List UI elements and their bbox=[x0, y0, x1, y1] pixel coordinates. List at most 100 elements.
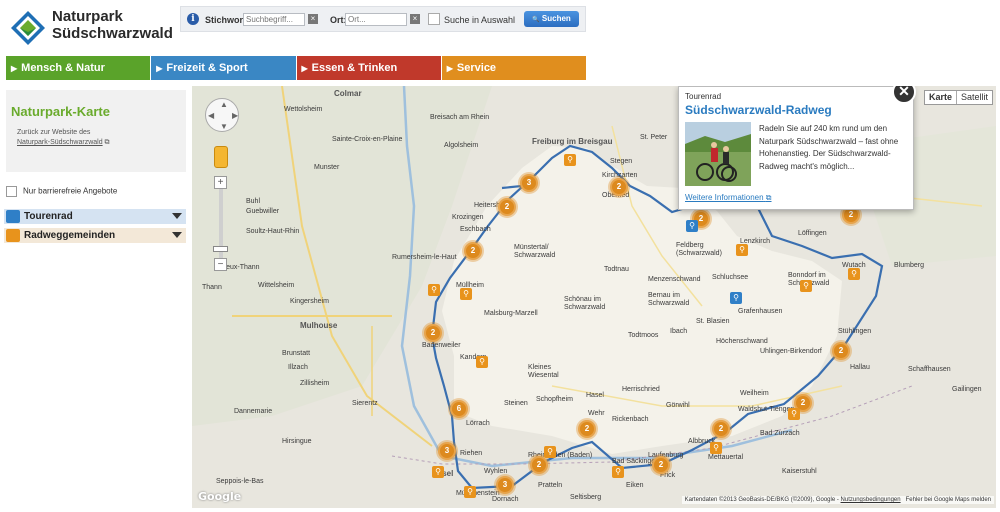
chevron-down-icon[interactable] bbox=[172, 213, 182, 219]
cluster-marker[interactable]: 2 bbox=[712, 420, 730, 438]
place-label: Uhlingen-Birkendorf bbox=[760, 348, 822, 355]
terms-link[interactable]: Nutzungsbedingungen bbox=[841, 497, 901, 503]
place-label: Rumersheim-le-Haut bbox=[392, 254, 457, 261]
street-view-pegman-icon[interactable] bbox=[214, 146, 228, 168]
cluster-marker[interactable]: 3 bbox=[520, 174, 538, 192]
place-label: Illzach bbox=[288, 364, 308, 371]
cluster-marker[interactable]: 2 bbox=[464, 242, 482, 260]
bike-icon[interactable]: ⚲ bbox=[460, 288, 472, 300]
place-label: Eschbach bbox=[460, 226, 491, 233]
place-label: Schopfheim bbox=[536, 396, 573, 403]
search-bar: i Stichwort: × Ort: × Suche in Auswahl 🔍… bbox=[180, 6, 586, 32]
nav-essen-trinken[interactable]: ▶ Essen & Trinken bbox=[296, 56, 442, 80]
chevron-down-icon[interactable] bbox=[172, 232, 182, 238]
place-label: Breisach am Rhein bbox=[430, 114, 490, 121]
barrier-checkbox[interactable] bbox=[6, 186, 17, 197]
zoom-slider-thumb[interactable] bbox=[213, 246, 228, 252]
bike-icon[interactable]: ⚲ bbox=[544, 446, 556, 458]
search-button[interactable]: 🔍 Suchen bbox=[524, 11, 579, 27]
report-error-link[interactable]: Fehler bei Google Maps melden bbox=[906, 497, 991, 503]
google-logo[interactable]: Google bbox=[198, 490, 241, 503]
nav-service[interactable]: ▶ Service bbox=[441, 56, 586, 80]
zoom-out-button[interactable]: − bbox=[214, 258, 227, 271]
bike-icon[interactable]: ⚲ bbox=[710, 442, 722, 454]
place-label: Lörrach bbox=[466, 420, 490, 427]
cluster-marker[interactable]: 3 bbox=[438, 442, 456, 460]
place-label: Colmar bbox=[334, 89, 362, 98]
bike-icon[interactable]: ⚲ bbox=[564, 154, 576, 166]
external-link-icon: ⧉ bbox=[765, 193, 772, 202]
clear-ort-icon[interactable]: × bbox=[410, 14, 420, 24]
pan-control[interactable]: ▲ ▼ ◀ ▶ bbox=[205, 98, 239, 132]
cluster-marker[interactable]: 2 bbox=[652, 456, 670, 474]
stichwort-input[interactable] bbox=[243, 13, 305, 26]
layer-label: Tourenrad bbox=[24, 211, 73, 222]
bike-icon[interactable]: ⚲ bbox=[788, 408, 800, 420]
place-label: Algolsheim bbox=[444, 142, 479, 149]
bike-icon[interactable]: ⚲ bbox=[686, 220, 698, 232]
place-label: Rickenbach bbox=[612, 416, 649, 423]
page-title: Naturpark-Karte bbox=[11, 104, 110, 119]
ort-input[interactable] bbox=[345, 13, 407, 26]
place-label: Stühlingen bbox=[838, 328, 872, 335]
barrier-filter[interactable]: Nur barrierefreie Angebote bbox=[6, 186, 117, 197]
place-label: Wettolsheim bbox=[284, 106, 323, 113]
bike-icon[interactable]: ⚲ bbox=[736, 244, 748, 256]
arrow-right-icon: ▶ bbox=[156, 64, 163, 73]
info-icon[interactable]: i bbox=[187, 13, 199, 25]
map-canvas[interactable]: Colmar Wettolsheim Breisach am Rhein Fre… bbox=[192, 86, 996, 508]
map-type-control: Karte Satellit bbox=[924, 90, 994, 105]
cluster-marker[interactable]: 2 bbox=[610, 178, 628, 196]
nav-mensch-natur[interactable]: ▶ Mensch & Natur bbox=[6, 56, 152, 80]
auswahl-label: Suche in Auswahl bbox=[444, 15, 516, 25]
naturpark-logo[interactable]: Naturpark Südschwarzwald bbox=[8, 8, 178, 52]
map-type-karte[interactable]: Karte bbox=[925, 91, 958, 104]
back-link[interactable]: Naturpark-Südschwarzwald bbox=[17, 139, 103, 146]
place-label: Stegen bbox=[610, 158, 633, 165]
nav-label: Essen & Trinken bbox=[311, 62, 398, 74]
place-label: Waldshut-Tiengen bbox=[738, 406, 795, 413]
cluster-marker[interactable]: 6 bbox=[450, 400, 468, 418]
bike-icon[interactable]: ⚲ bbox=[432, 466, 444, 478]
search-icon: 🔍 bbox=[532, 17, 540, 23]
place-label: Pratteln bbox=[538, 482, 563, 489]
cluster-marker[interactable]: 2 bbox=[530, 456, 548, 474]
auswahl-checkbox[interactable] bbox=[428, 13, 440, 25]
cluster-marker[interactable]: 2 bbox=[424, 324, 442, 342]
cluster-marker[interactable]: 3 bbox=[496, 476, 514, 494]
place-label: Todtmoos bbox=[628, 332, 659, 339]
layer-radweggemeinden[interactable]: Radweggemeinden bbox=[4, 228, 186, 243]
place-label: Grafenhausen bbox=[738, 308, 783, 315]
place-label: Wyhlen bbox=[484, 468, 508, 475]
place-label: Munster bbox=[314, 164, 340, 171]
bike-icon[interactable]: ⚲ bbox=[464, 486, 476, 498]
zoom-in-button[interactable]: + bbox=[214, 176, 227, 189]
more-info-link[interactable]: Weitere Informationen ⧉ bbox=[685, 193, 772, 203]
cluster-marker[interactable]: 2 bbox=[832, 342, 850, 360]
map-attribution: Kartendaten ©2013 GeoBasis-DE/BKG (©2009… bbox=[681, 496, 994, 504]
place-label: Badenweiler bbox=[422, 342, 461, 349]
bike-icon[interactable]: ⚲ bbox=[800, 280, 812, 292]
bike-icon[interactable]: ⚲ bbox=[612, 466, 624, 478]
bike-icon[interactable]: ⚲ bbox=[848, 268, 860, 280]
zoom-slider-track[interactable] bbox=[219, 178, 223, 266]
back-text: Zurück zur Website des bbox=[17, 129, 91, 136]
cluster-marker[interactable]: 2 bbox=[578, 420, 596, 438]
nav-freizeit-sport[interactable]: ▶ Freizeit & Sport bbox=[151, 56, 297, 80]
layer-tourenrad[interactable]: Tourenrad bbox=[4, 209, 186, 224]
place-label: Todtnau bbox=[604, 266, 629, 273]
cluster-marker[interactable]: 2 bbox=[498, 198, 516, 216]
clear-stichwort-icon[interactable]: × bbox=[308, 14, 318, 24]
info-window-description: Radeln Sie auf 240 km rund um den Naturp… bbox=[759, 124, 899, 171]
map-type-satellit[interactable]: Satellit bbox=[957, 91, 992, 104]
bike-icon[interactable]: ⚲ bbox=[730, 292, 742, 304]
place-label: Münstertal/ Schwarzwald bbox=[514, 244, 556, 259]
nav-label: Mensch & Natur bbox=[21, 62, 105, 74]
place-label: Hasel bbox=[586, 392, 604, 399]
arrow-right-icon: ▶ bbox=[11, 64, 18, 73]
bike-icon[interactable]: ⚲ bbox=[476, 356, 488, 368]
bike-icon[interactable]: ⚲ bbox=[428, 284, 440, 296]
logo-icon bbox=[11, 11, 45, 45]
info-window-title[interactable]: Südschwarzwald-Radweg bbox=[685, 103, 832, 117]
place-label: Menzenschwand bbox=[648, 276, 701, 283]
